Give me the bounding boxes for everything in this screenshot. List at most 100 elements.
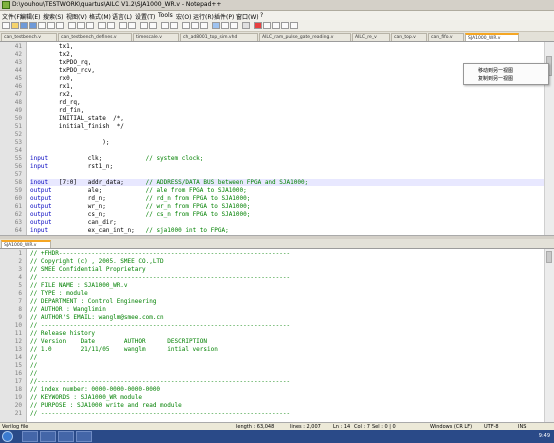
menu-item-move-to-other-view[interactable]: 移动到另一视图	[478, 67, 513, 74]
bottom-view-code-line[interactable]: // Copyright (c) , 2005. SMEE CO.,LTD	[30, 258, 164, 265]
tab-sja1000-wr[interactable]: SJA1000_WR.v	[465, 33, 519, 41]
top-view-code-line[interactable]: );	[30, 139, 109, 146]
vertical-scrollbar-bottom[interactable]	[544, 249, 554, 422]
bottom-view-code-line[interactable]: // AUTHOR'S EMAIL: wanglm@smee.com.cn	[30, 314, 164, 321]
top-view-code-line[interactable]: txPDO_rcv,	[30, 67, 95, 74]
bottom-view-code-line[interactable]: // -------------------------------------…	[30, 274, 290, 281]
bottom-view-code-line[interactable]: // Release history	[30, 330, 95, 337]
bottom-view-code-line[interactable]: // SMEE Confidential Proprietary	[30, 266, 146, 273]
tab-ailc-re[interactable]: AILC_re_v	[352, 33, 390, 41]
paste-icon[interactable]	[86, 22, 94, 29]
top-view-code-line[interactable]: output rd_n; // rd_n from FPGA to SJA100…	[30, 195, 250, 202]
sync-horizontal-icon[interactable]	[170, 22, 178, 29]
bottom-view-code-line[interactable]: // Version Date AUTHOR DESCRIPTION	[30, 338, 207, 345]
open-file-icon[interactable]	[11, 22, 19, 29]
sync-vertical-icon[interactable]	[161, 22, 169, 29]
record-macro-icon[interactable]	[254, 22, 262, 29]
top-view-code-line[interactable]: input clk; // system clock;	[30, 155, 203, 162]
editor-view-bottom[interactable]: 1 // +FHDR-------------------------------…	[0, 249, 554, 422]
tab-timescale[interactable]: timescale.v	[133, 33, 179, 41]
bottom-view-code-line[interactable]: //	[30, 362, 37, 369]
top-view-code-line[interactable]: INITIAL_state /*,	[30, 115, 124, 122]
tab-sja1000-wr-bottom[interactable]: SJA1000_WR.v	[1, 240, 51, 248]
top-view-code-line[interactable]: output can_dir;	[30, 219, 117, 226]
bottom-view-line-number: 2	[18, 258, 22, 265]
top-view-code-line[interactable]: input ex_can_int_n; // sja1000 int to FP…	[30, 227, 229, 234]
find-icon[interactable]	[119, 22, 127, 29]
menu-help[interactable]: ?	[260, 12, 263, 19]
menu-item-clone-to-other-view[interactable]: 复制到另一视图	[478, 75, 513, 82]
top-view-code-line[interactable]: inout [7:0] addr_data; // ADDRESS/DATA B…	[30, 179, 544, 186]
top-view-code-line[interactable]: rx0,	[30, 75, 73, 82]
bottom-view-line-number: 3	[18, 266, 22, 273]
run-macro-multiple-icon[interactable]	[281, 22, 289, 29]
tab-can-top[interactable]: can_top.v	[391, 33, 427, 41]
top-view-code-line[interactable]: rx1,	[30, 83, 73, 90]
folder-workspace-icon[interactable]	[230, 22, 238, 29]
top-view-line-number: 50	[14, 115, 22, 122]
undo-icon[interactable]	[98, 22, 106, 29]
monitoring-icon[interactable]	[242, 22, 250, 29]
word-wrap-icon[interactable]	[182, 22, 190, 29]
print-icon[interactable]	[56, 22, 64, 29]
scroll-thumb-bottom[interactable]	[546, 251, 552, 263]
bottom-view-code-line[interactable]: // -------------------------------------…	[30, 322, 290, 329]
tab-can-fifo[interactable]: can_fifo.v	[428, 33, 464, 41]
save-all-icon[interactable]	[29, 22, 37, 29]
save-macro-icon[interactable]	[290, 22, 298, 29]
function-list-icon[interactable]	[221, 22, 229, 29]
start-button-icon[interactable]	[2, 431, 13, 442]
bottom-view-line-number: 11	[14, 330, 22, 337]
bottom-view-code-line[interactable]: // FILE NAME : SJA1000_WR.v	[30, 282, 128, 289]
play-macro-icon[interactable]	[272, 22, 280, 29]
bottom-view-code-line[interactable]: //--------------------------------------…	[30, 378, 290, 385]
top-view-code-line[interactable]: output wr_n; // wr_n from FPGA to SJA100…	[30, 203, 250, 210]
taskbar-browser-icon[interactable]	[40, 431, 56, 442]
taskbar-notepadpp-icon[interactable]	[58, 431, 74, 442]
tab-ch-ad8001[interactable]: ch_ad8001_top_sim.vhd	[180, 33, 258, 41]
close-icon[interactable]	[38, 22, 46, 29]
bottom-view-code-line[interactable]: // +FHDR--------------------------------…	[30, 250, 290, 257]
top-view-code-line[interactable]: initial_finish */	[30, 123, 124, 130]
taskbar-app-icon[interactable]	[76, 431, 92, 442]
bottom-view-code-line[interactable]: // -------------------------------------…	[30, 410, 290, 417]
new-file-icon[interactable]	[2, 22, 10, 29]
tab-can-testbench[interactable]: can_testbench.v	[1, 33, 57, 41]
cut-icon[interactable]	[68, 22, 76, 29]
bottom-view-code-line[interactable]: // 1.0 21/11/05 wanglm intial version	[30, 346, 218, 353]
show-all-chars-icon[interactable]	[191, 22, 199, 29]
top-view-code-line[interactable]: input rst1_n;	[30, 163, 113, 170]
top-view-code-line[interactable]: tx2,	[30, 51, 73, 58]
top-view-code-line[interactable]: output ale; // ale from FPGA to SJA1000;	[30, 187, 247, 194]
bottom-view-code-line[interactable]: // PURPOSE : SJA1000 write and read modu…	[30, 402, 182, 409]
redo-icon[interactable]	[107, 22, 115, 29]
top-view-code-line[interactable]: rx2,	[30, 91, 73, 98]
bottom-view-code-line[interactable]: // index number: 0000-0000-0000-0000	[30, 386, 160, 393]
bottom-view-code-line[interactable]: // DEPARTMENT : Control Engineering	[30, 298, 156, 305]
taskbar-explorer-icon[interactable]	[22, 431, 38, 442]
bottom-view-code-line[interactable]: // AUTHOR : Wanglimin	[30, 306, 106, 313]
bottom-view-code-line[interactable]: //	[30, 354, 37, 361]
copy-icon[interactable]	[77, 22, 85, 29]
close-all-icon[interactable]	[47, 22, 55, 29]
top-view-code-line[interactable]: rd_fin,	[30, 107, 84, 114]
top-view-code-line[interactable]: tx1,	[30, 43, 73, 50]
bottom-view-line-number: 4	[18, 274, 22, 281]
top-view-code-line[interactable]: rd_rq,	[30, 99, 81, 106]
stop-macro-icon[interactable]	[263, 22, 271, 29]
save-icon[interactable]	[20, 22, 28, 29]
zoom-out-icon[interactable]	[149, 22, 157, 29]
indent-guide-icon[interactable]	[200, 22, 208, 29]
doc-map-icon[interactable]	[212, 22, 220, 29]
tab-ailc-ram-pulse[interactable]: AILC_ram_pulse_gate_reading.v	[259, 33, 351, 41]
bottom-view-code-line[interactable]: // KEYWORDS : SJA1000_WR module	[30, 394, 142, 401]
bottom-view-line-number: 15	[14, 362, 22, 369]
bottom-view-code-line[interactable]: //	[30, 370, 37, 377]
zoom-in-icon[interactable]	[140, 22, 148, 29]
tab-can-testbench-defines[interactable]: can_testbench_defines.v	[58, 33, 132, 41]
bottom-view-code-line[interactable]: // TYPE : module	[30, 290, 88, 297]
top-view-code-line[interactable]: txPDO_rq,	[30, 59, 92, 66]
top-view-code-line[interactable]: output cs_n; // cs_n from FPGA to SJA100…	[30, 211, 250, 218]
menu-tools[interactable]: Tools	[158, 12, 173, 19]
replace-icon[interactable]	[128, 22, 136, 29]
